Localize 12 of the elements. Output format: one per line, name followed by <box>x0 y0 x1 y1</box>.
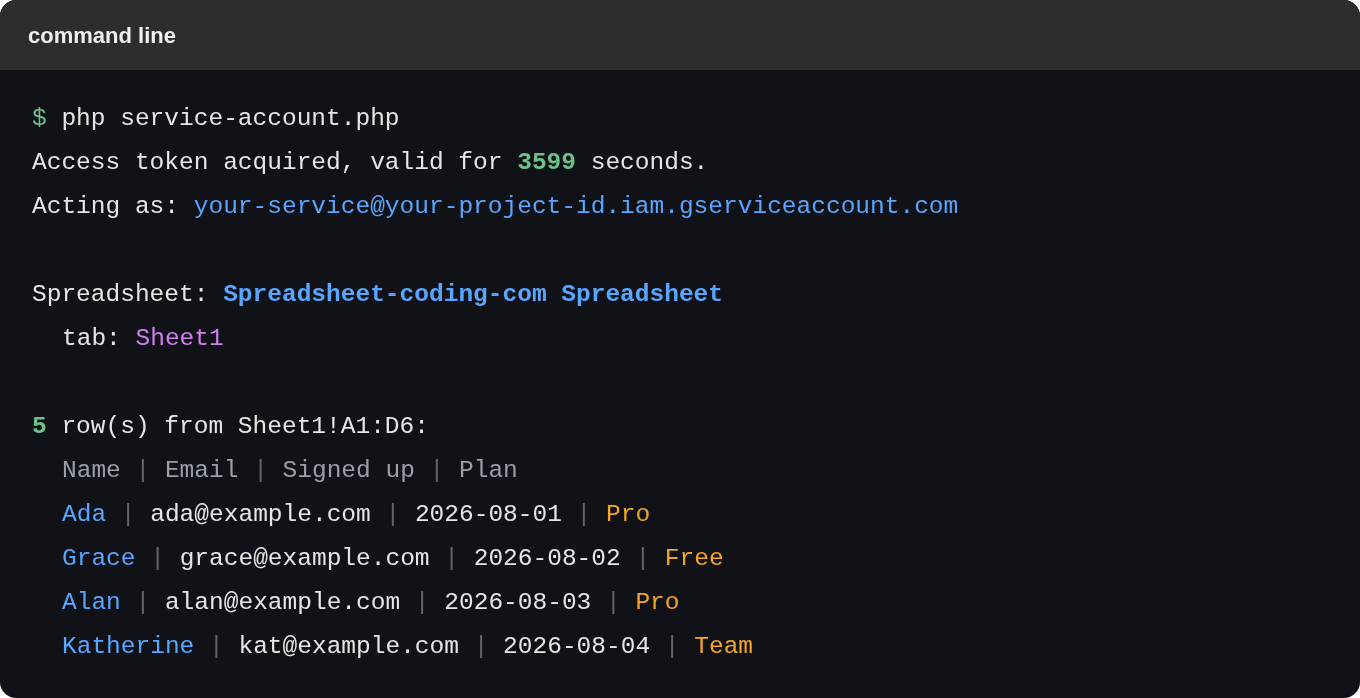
terminal-line: Name | Email | Signed up | Plan <box>61 456 518 486</box>
terminal-line: Katherine | kat@example.com | 2026-08-04 | Team <box>61 632 754 662</box>
terminal-line: tab: Sheet1 <box>61 324 224 354</box>
terminal-line: Alan | alan@example.com | 2026-08-03 | Pro <box>61 588 680 618</box>
terminal-line: Grace | grace@example.com | 2026-08-02 | Free <box>61 544 724 574</box>
terminal-line: Ada | ada@example.com | 2026-08-01 | Pro <box>61 500 651 530</box>
panel-title: command line <box>28 21 176 50</box>
terminal-line: Access token acquired, valid for 3599 seconds. <box>32 148 709 178</box>
terminal-line: Spreadsheet: Spreadsheet-coding-com Spreadsheet <box>32 280 724 310</box>
terminal-line: 5 row(s) from Sheet1!A1:D6: <box>32 412 429 442</box>
terminal-line: $ php service-account.php <box>32 104 400 134</box>
terminal-line: Acting as: your-service@your-project-id.iam.gserviceaccount.com <box>32 192 959 222</box>
